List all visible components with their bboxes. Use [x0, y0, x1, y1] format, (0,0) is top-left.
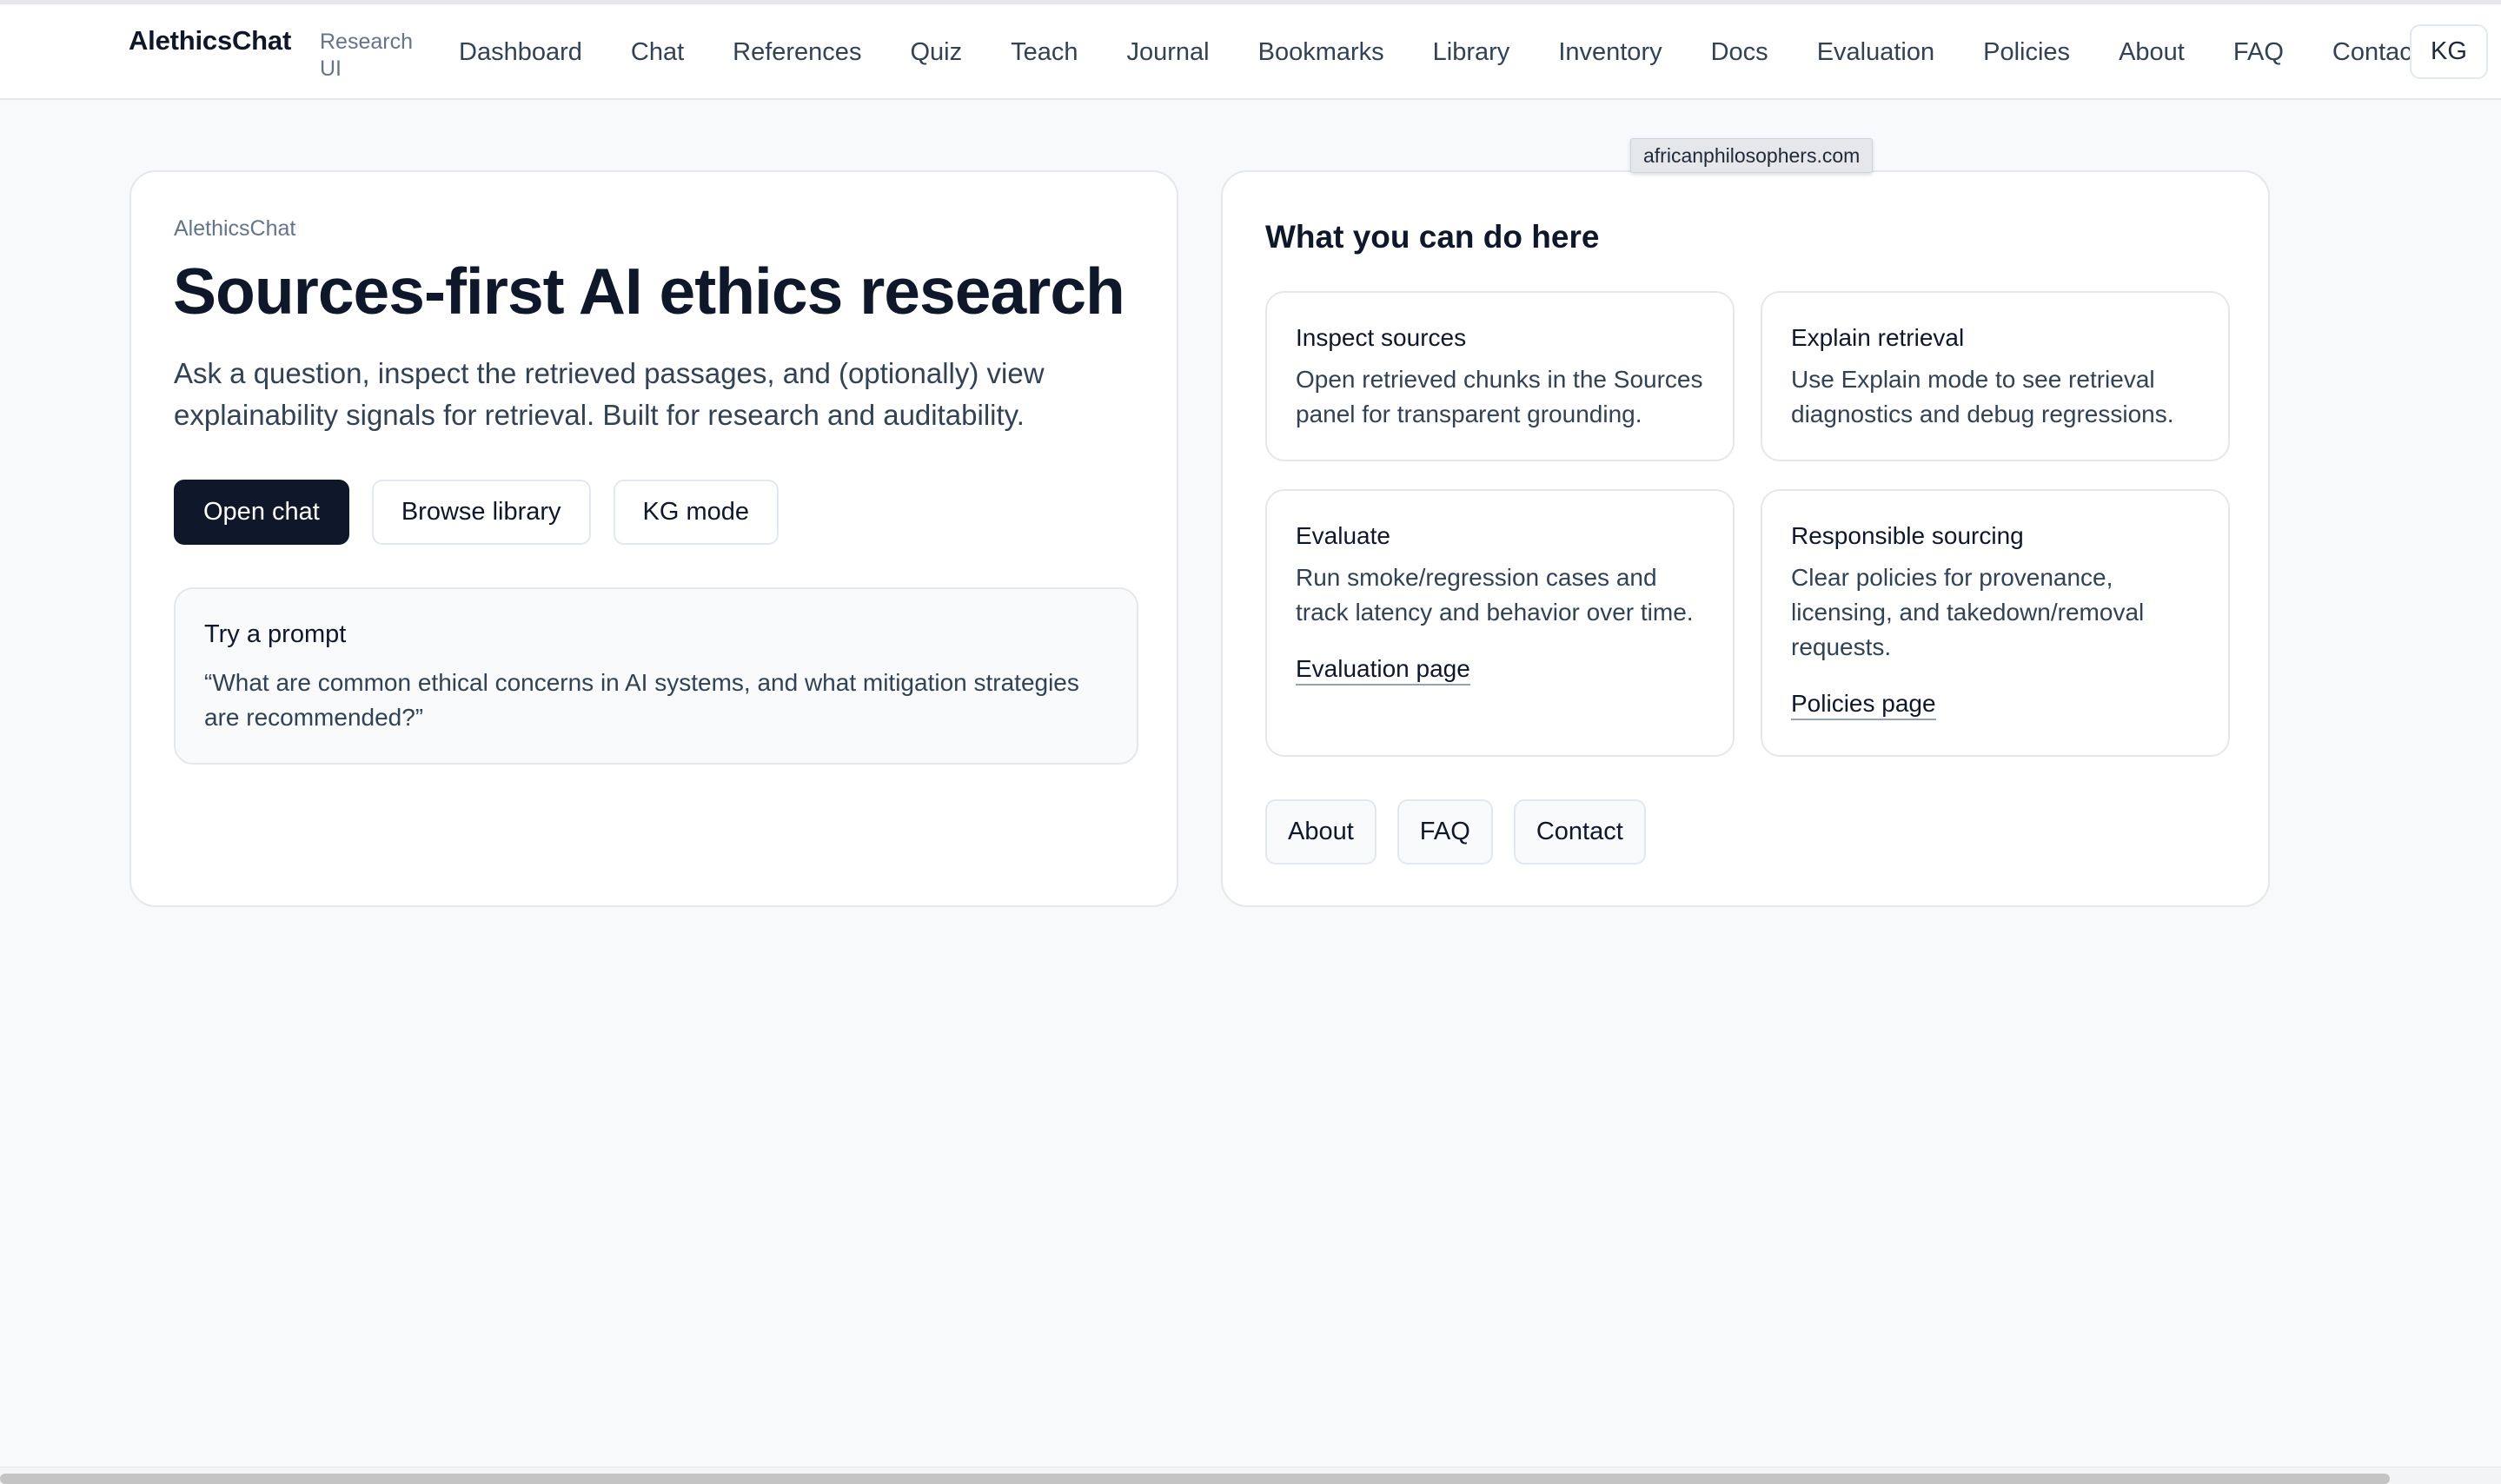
feature-card-title: Responsible sourcing [1791, 522, 2024, 549]
try-prompt-text: “What are common ethical concerns in AI … [204, 669, 1079, 731]
nav-evaluation[interactable]: Evaluation [1793, 38, 1959, 67]
nav-inventory[interactable]: Inventory [1534, 38, 1686, 67]
nav-chat[interactable]: Chat [607, 38, 708, 67]
nav-policies[interactable]: Policies [1959, 38, 2094, 67]
brand-subtitle: Research UI [320, 30, 413, 81]
feature-card-title: Evaluate [1296, 522, 1390, 549]
brand-logo-text[interactable]: AlethicsChat [129, 25, 291, 56]
policies-page-link[interactable]: Policies page [1791, 689, 1936, 720]
try-prompt-label: Try a prompt [204, 620, 347, 648]
hero-description: Ask a question, inspect the retrieved pa… [174, 357, 1045, 431]
horizontal-scrollbar-thumb[interactable] [0, 1474, 2390, 1484]
nav-quiz[interactable]: Quiz [886, 38, 986, 67]
nav-references[interactable]: References [708, 38, 886, 67]
features-title: What you can do here [1265, 219, 1600, 255]
feature-card-title: Inspect sources [1296, 324, 1467, 351]
evaluation-page-link[interactable]: Evaluation page [1296, 654, 1470, 686]
faq-button[interactable]: FAQ [1396, 799, 1493, 865]
kg-mode-button[interactable]: KG mode [613, 480, 779, 545]
nav-docs[interactable]: Docs [1687, 38, 1793, 67]
nav-dashboard[interactable]: Dashboard [435, 38, 607, 67]
feature-card-desc: Run smoke/regression cases and track lat… [1296, 564, 1694, 626]
nav-library[interactable]: Library [1409, 38, 1535, 67]
contact-button[interactable]: Contact [1513, 799, 1646, 865]
nav-teach[interactable]: Teach [986, 38, 1102, 67]
nav-bookmarks[interactable]: Bookmarks [1234, 38, 1409, 67]
feature-card-inspect-sources: Inspect sources Open retrieved chunks in… [1265, 291, 1735, 461]
top-navbar: AlethicsChat Research UI Dashboard Chat … [0, 4, 2501, 100]
feature-card-desc: Use Explain mode to see retrieval diagno… [1791, 366, 2174, 427]
feature-card-title: Explain retrieval [1791, 324, 1965, 351]
kg-button[interactable]: KG [2410, 24, 2488, 79]
hero-button-row: Open chat Browse library KG mode [174, 480, 779, 545]
feature-card-responsible-sourcing: Responsible sourcing Clear policies for … [1761, 489, 2230, 757]
feature-card-desc: Open retrieved chunks in the Sources pan… [1296, 366, 1703, 427]
main-nav: Dashboard Chat References Quiz Teach Jou… [435, 4, 2444, 100]
nav-journal[interactable]: Journal [1102, 38, 1233, 67]
try-prompt-box[interactable]: Try a prompt “What are common ethical co… [174, 587, 1138, 765]
features-button-row: About FAQ Contact [1265, 799, 1646, 865]
feature-card-explain-retrieval: Explain retrieval Use Explain mode to se… [1761, 291, 2230, 461]
feature-card-desc: Clear policies for provenance, licensing… [1791, 564, 2145, 660]
nav-faq[interactable]: FAQ [2209, 38, 2308, 67]
hero-card: AlethicsChat Sources-first AI ethics res… [129, 170, 1178, 907]
feature-card-evaluate: Evaluate Run smoke/regression cases and … [1265, 489, 1735, 757]
browse-library-button[interactable]: Browse library [371, 480, 591, 545]
hero-eyebrow: AlethicsChat [174, 216, 296, 241]
about-button[interactable]: About [1265, 799, 1377, 865]
url-tooltip: africanphilosophers.com [1630, 138, 1874, 173]
features-card: What you can do here Inspect sources Ope… [1221, 170, 2270, 907]
nav-about[interactable]: About [2094, 38, 2209, 67]
open-chat-button[interactable]: Open chat [174, 480, 349, 545]
hero-title: Sources-first AI ethics research [173, 255, 1125, 328]
